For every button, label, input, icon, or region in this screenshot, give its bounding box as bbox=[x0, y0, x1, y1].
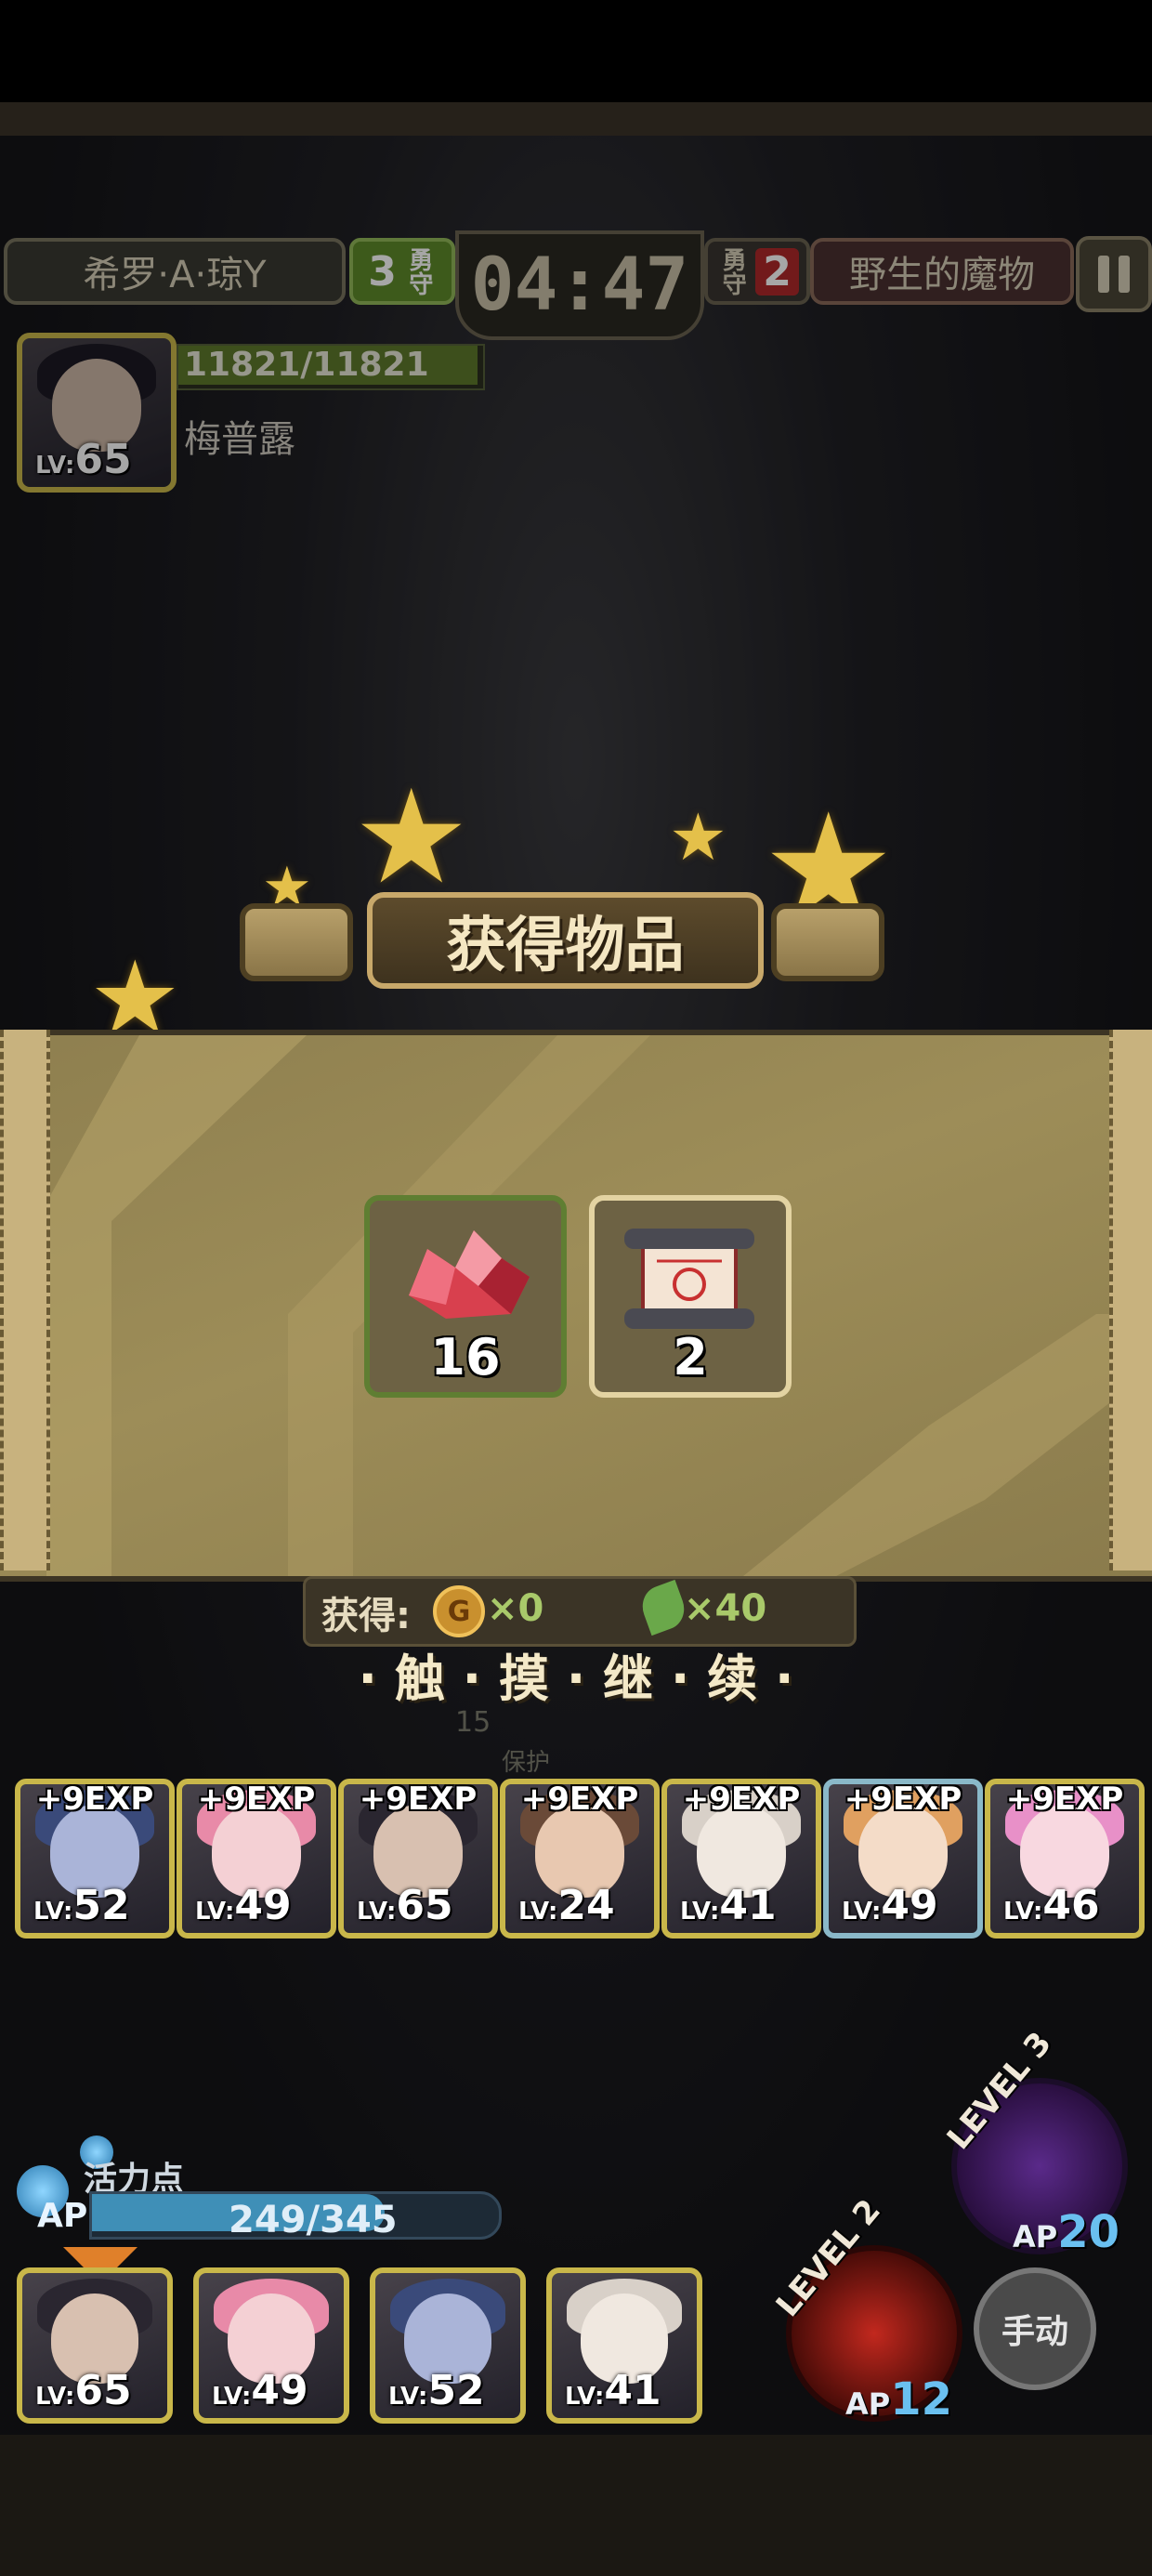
party-member-card: +9EXP LV:65 bbox=[338, 1779, 498, 1939]
background-unit-level: 15 bbox=[455, 1706, 491, 1739]
manual-mode-button[interactable]: 手动 bbox=[974, 2267, 1096, 2390]
level-number: 24 bbox=[557, 1882, 615, 1929]
party-member-card: +9EXP LV:49 bbox=[177, 1779, 336, 1939]
scroll-icon bbox=[624, 1229, 754, 1329]
exp-gain: +9EXP bbox=[35, 1781, 154, 1818]
exp-gain: +9EXP bbox=[844, 1781, 962, 1818]
skill-b-ap-value: 12 bbox=[890, 2373, 953, 2425]
exp-gain: +9EXP bbox=[197, 1781, 316, 1818]
level-tag: LV: bbox=[565, 2383, 605, 2411]
reward-item-slot[interactable]: 2 bbox=[589, 1195, 792, 1398]
star-icon: ★ bbox=[669, 799, 727, 875]
squad-member-button[interactable]: LV:52 bbox=[370, 2267, 526, 2424]
member-level: LV:52 bbox=[33, 1882, 130, 1929]
exp-gain: +9EXP bbox=[1005, 1781, 1124, 1818]
tap-to-continue[interactable]: · 触 · 摸 · 继 · 续 · bbox=[0, 1637, 1152, 1711]
red-crystal-icon bbox=[409, 1230, 530, 1319]
gain-label: 获得: bbox=[321, 1595, 411, 1637]
bottom-frame bbox=[0, 2435, 1152, 2576]
level-number: 41 bbox=[604, 2367, 661, 2414]
ap-tag: AP bbox=[37, 2197, 88, 2235]
level-number: 52 bbox=[72, 1882, 130, 1929]
exp-gain: +9EXP bbox=[520, 1781, 639, 1818]
level-tag: LV: bbox=[388, 2383, 428, 2411]
member-level: LV:52 bbox=[388, 2367, 485, 2414]
party-member-card: +9EXP LV:49 bbox=[823, 1779, 983, 1939]
member-level: LV:49 bbox=[212, 2367, 308, 2414]
item-count: 16 bbox=[430, 1328, 501, 1387]
level-tag: LV: bbox=[212, 2383, 252, 2411]
reward-item-slot[interactable]: 16 bbox=[364, 1195, 567, 1398]
title-side-pill-left bbox=[240, 903, 353, 981]
panel-edge-left bbox=[0, 1030, 50, 1571]
reward-panel bbox=[0, 1030, 1152, 1582]
member-level: LV:65 bbox=[357, 1882, 453, 1929]
level-number: 49 bbox=[234, 1882, 292, 1929]
squad-member-button[interactable]: LV:49 bbox=[193, 2267, 349, 2424]
panel-edge-right bbox=[1109, 1030, 1152, 1571]
level-tag: LV: bbox=[357, 1898, 397, 1925]
level-number: 52 bbox=[427, 2367, 485, 2414]
party-member-card: +9EXP LV:24 bbox=[500, 1779, 660, 1939]
squad-member-button[interactable]: LV:41 bbox=[546, 2267, 702, 2424]
exp-gain: +9EXP bbox=[682, 1781, 801, 1818]
status-bar bbox=[0, 0, 1152, 102]
reward-title: 获得物品 bbox=[367, 892, 764, 989]
level-tag: LV: bbox=[35, 2383, 75, 2411]
skill-b-ap-tag: AP bbox=[845, 2386, 891, 2422]
member-level: LV:46 bbox=[1003, 1882, 1100, 1929]
title-side-pill-right bbox=[771, 903, 884, 981]
skill-a-ap-tag: AP bbox=[1013, 2219, 1058, 2254]
star-icon: ★ bbox=[353, 762, 470, 913]
member-level: LV:41 bbox=[565, 2367, 661, 2414]
item-count: 2 bbox=[673, 1328, 708, 1387]
party-member-card: +9EXP LV:41 bbox=[661, 1779, 821, 1939]
skill-a-ap-value: 20 bbox=[1057, 2206, 1120, 2258]
background-unit-status: 保护 bbox=[502, 1749, 551, 1777]
level-number: 65 bbox=[396, 1882, 453, 1929]
level-tag: LV: bbox=[33, 1898, 73, 1925]
coin-amount: ×0 bbox=[487, 1587, 544, 1630]
level-tag: LV: bbox=[195, 1898, 235, 1925]
squad-member-button[interactable]: LV:65 bbox=[17, 2267, 173, 2424]
member-level: LV:49 bbox=[195, 1882, 292, 1929]
level-number: 46 bbox=[1042, 1882, 1100, 1929]
level-tag: LV: bbox=[518, 1898, 558, 1925]
member-level: LV:41 bbox=[680, 1882, 777, 1929]
level-tag: LV: bbox=[1003, 1898, 1043, 1925]
leaf-amount: ×40 bbox=[684, 1587, 767, 1630]
panel-map-pattern bbox=[46, 1035, 1152, 1576]
member-level: LV:65 bbox=[35, 2367, 132, 2414]
member-level: LV:49 bbox=[842, 1882, 938, 1929]
level-tag: LV: bbox=[842, 1898, 882, 1925]
level-tag: LV: bbox=[680, 1898, 720, 1925]
party-member-card: +9EXP LV:46 bbox=[985, 1779, 1145, 1939]
coin-icon: G bbox=[433, 1585, 485, 1637]
level-number: 49 bbox=[251, 2367, 308, 2414]
level-number: 49 bbox=[881, 1882, 938, 1929]
level-number: 65 bbox=[74, 2367, 132, 2414]
party-member-card: +9EXP LV:52 bbox=[15, 1779, 175, 1939]
ap-value: 249/345 bbox=[229, 2199, 398, 2241]
skill-a-ap: AP20 bbox=[1013, 2206, 1119, 2258]
exp-gain: +9EXP bbox=[359, 1781, 478, 1818]
skill-b-ap: AP12 bbox=[845, 2373, 952, 2425]
level-number: 41 bbox=[719, 1882, 777, 1929]
member-level: LV:24 bbox=[518, 1882, 615, 1929]
